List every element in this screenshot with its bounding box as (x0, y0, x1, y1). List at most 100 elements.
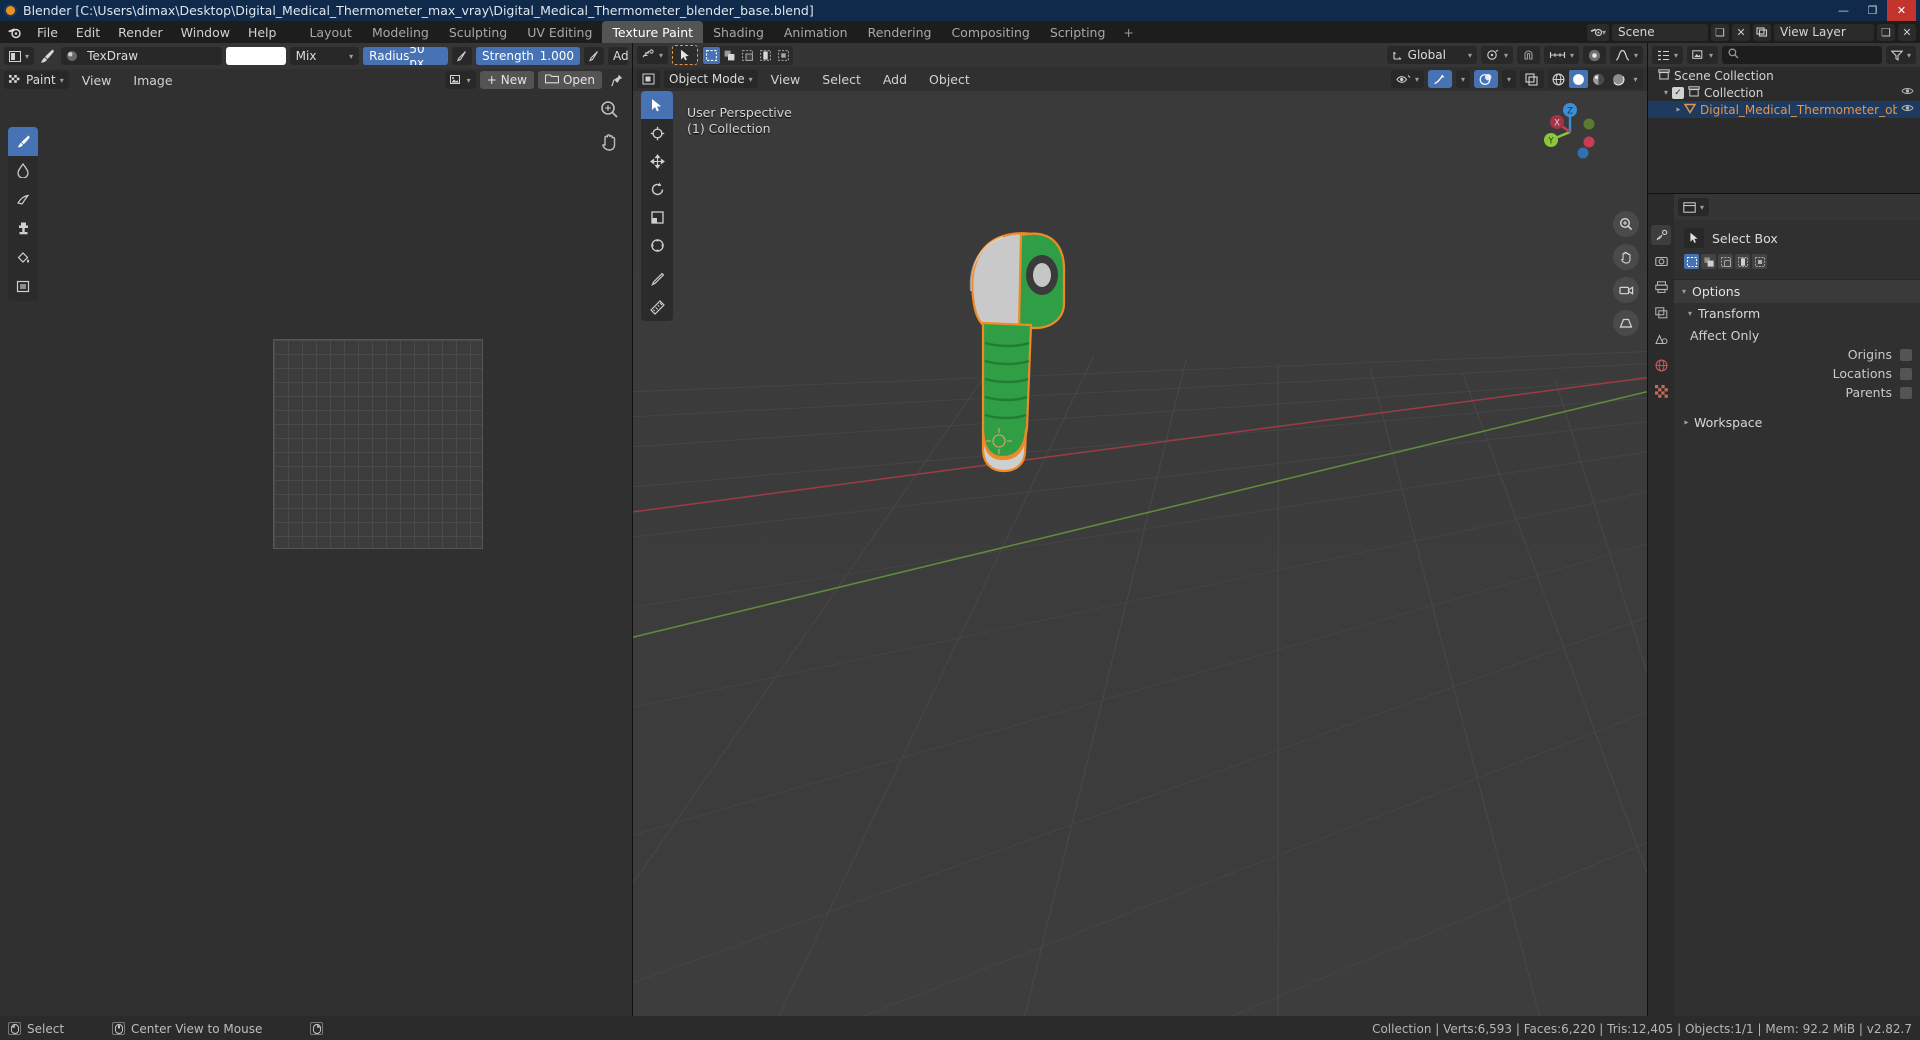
ortho-persp-gizmo-icon[interactable] (1613, 310, 1639, 336)
shading-solid-icon[interactable] (1569, 70, 1588, 88)
viewport-editor-type-icon[interactable] (637, 70, 660, 88)
tool-select-box[interactable] (641, 91, 673, 119)
workspace-tab-shading[interactable]: Shading (703, 21, 774, 43)
scene-icon[interactable]: ▾ (1586, 23, 1609, 41)
radius-slider[interactable]: Radius 50 px (363, 47, 448, 65)
origins-checkbox[interactable] (1900, 348, 1912, 361)
workspace-tab-modeling[interactable]: Modeling (362, 21, 439, 43)
strength-slider[interactable]: Strength 1.000 (476, 47, 581, 65)
chevron-right-icon[interactable]: ▾ (1674, 107, 1683, 111)
zoom-gizmo-icon[interactable] (1613, 211, 1639, 237)
tool-soften[interactable] (8, 156, 38, 185)
parents-checkbox[interactable] (1900, 386, 1912, 399)
viewport-menu-add[interactable]: Add (874, 72, 916, 87)
brush-selector[interactable]: TexDraw (61, 47, 223, 65)
image-editor-menu-image[interactable]: Image (124, 73, 181, 88)
uv-image-grid[interactable] (273, 339, 483, 549)
image-browse-icon[interactable]: ▾ (444, 71, 476, 89)
navigation-axis-gizmo[interactable]: Z Y X (1539, 101, 1601, 163)
new-scene-icon[interactable]: ❏ (1711, 23, 1729, 41)
select-new-icon[interactable] (703, 46, 721, 64)
shading-dropdown[interactable]: ▾ (1629, 70, 1642, 88)
tool-measure[interactable] (641, 293, 673, 321)
close-button[interactable]: ✕ (1887, 0, 1916, 21)
pivot-point-dropdown[interactable]: ▾ (1480, 46, 1513, 64)
workspace-tab-uv-editing[interactable]: UV Editing (517, 21, 602, 43)
tool-draw[interactable] (8, 127, 38, 156)
tool-transform[interactable] (641, 231, 673, 259)
select-intersect-icon[interactable] (775, 47, 792, 64)
tool-rotate[interactable] (641, 175, 673, 203)
minimize-button[interactable]: — (1829, 0, 1858, 21)
viewport-menu-select[interactable]: Select (813, 72, 870, 87)
menu-file[interactable]: File (28, 21, 67, 43)
outliner-editor-type-icon[interactable]: ▾ (1652, 46, 1684, 64)
pin-icon[interactable] (606, 74, 628, 87)
object-mode-dropdown[interactable]: Object Mode ▾ (664, 70, 758, 88)
tool-smear[interactable] (8, 185, 38, 214)
outliner-row-collection[interactable]: ▾ ✓ Collection (1648, 84, 1920, 101)
menu-edit[interactable]: Edit (67, 21, 109, 43)
world-properties-tab[interactable] (1651, 355, 1671, 375)
gizmo-icon[interactable] (1427, 70, 1452, 88)
advanced-popover-button[interactable]: Adva (608, 47, 629, 65)
tool-mask[interactable] (8, 272, 38, 301)
filter-icon[interactable]: ▾ (1885, 46, 1916, 64)
tool-fill[interactable] (8, 243, 38, 272)
tool-clone-stamp[interactable] (8, 214, 38, 243)
outliner-search-input[interactable] (1722, 46, 1882, 64)
shading-wireframe-icon[interactable] (1549, 70, 1568, 88)
workspace-tab-texture-paint[interactable]: Texture Paint (602, 21, 704, 43)
locations-checkbox[interactable] (1900, 367, 1912, 380)
workspace-tab-layout[interactable]: Layout (299, 21, 362, 43)
falloff-curve-icon[interactable]: ▾ (1609, 46, 1643, 64)
radius-pressure-icon[interactable] (452, 47, 472, 65)
transform-orientation-dropdown[interactable]: Global ▾ (1386, 46, 1477, 64)
paint-mode-selector[interactable]: Paint ▾ (4, 71, 69, 89)
workspace-tab-sculpting[interactable]: Sculpting (439, 21, 517, 43)
active-tool-select-box-icon[interactable] (672, 45, 699, 65)
pan-gizmo-icon[interactable] (1613, 244, 1639, 270)
outliner-row-object[interactable]: ▾ Digital_Medical_Thermometer_obj_base (1648, 101, 1920, 118)
view-layer-name-field[interactable]: View Layer (1774, 23, 1874, 41)
mode-intersect-button[interactable] (1752, 254, 1767, 269)
select-subtract-icon[interactable] (739, 47, 756, 64)
view-layer-icon[interactable] (1753, 23, 1771, 41)
shading-rendered-icon[interactable] (1609, 70, 1628, 88)
new-layer-icon[interactable]: ❏ (1877, 23, 1895, 41)
image-editor-menu-view[interactable]: View (73, 73, 121, 88)
mode-invert-button[interactable] (1735, 254, 1750, 269)
gizmo-dropdown[interactable]: ▾ (1455, 70, 1470, 88)
tool-scale[interactable] (641, 203, 673, 231)
scene-properties-tab[interactable] (1651, 329, 1671, 349)
hand-icon[interactable] (598, 131, 620, 157)
viewport-menu-object[interactable]: Object (920, 72, 979, 87)
image-editor-canvas[interactable] (0, 91, 632, 1016)
brush-color-swatch[interactable] (226, 47, 286, 65)
object-visibility-eye-icon[interactable] (1901, 103, 1914, 116)
snap-increment-icon[interactable]: ▾ (1543, 46, 1579, 64)
panel-workspace[interactable]: ▾ Workspace (1674, 412, 1920, 433)
shading-material-icon[interactable] (1589, 70, 1608, 88)
blend-mode-dropdown[interactable]: Mix ▾ (289, 47, 360, 65)
editor-type-selector[interactable]: ▾ (4, 47, 35, 65)
select-invert-icon[interactable] (757, 47, 774, 64)
tool-properties-tab[interactable] (1651, 225, 1671, 245)
workspace-tab-scripting[interactable]: Scripting (1040, 21, 1116, 43)
panel-transform[interactable]: ▾ Transform (1674, 303, 1920, 324)
panel-options[interactable]: ▾ Options (1674, 279, 1920, 303)
viewport-tool-settings-icon[interactable]: ▾ (637, 46, 669, 64)
texture-properties-tab[interactable] (1651, 381, 1671, 401)
scene-name-field[interactable]: Scene (1612, 23, 1708, 41)
properties-editor-type-icon[interactable]: ▾ (1678, 198, 1710, 216)
workspace-tab-rendering[interactable]: Rendering (858, 21, 942, 43)
collection-checkbox[interactable]: ✓ (1672, 86, 1685, 99)
overlays-icon[interactable] (1473, 70, 1498, 88)
zoom-icon[interactable] (598, 98, 620, 124)
tool-move[interactable] (641, 147, 673, 175)
remove-layer-icon[interactable]: ✕ (1898, 23, 1916, 41)
workspace-tab-compositing[interactable]: Compositing (941, 21, 1039, 43)
mode-set-button[interactable] (1684, 254, 1699, 269)
output-properties-tab[interactable] (1651, 277, 1671, 297)
blender-menu-icon[interactable] (0, 21, 28, 43)
